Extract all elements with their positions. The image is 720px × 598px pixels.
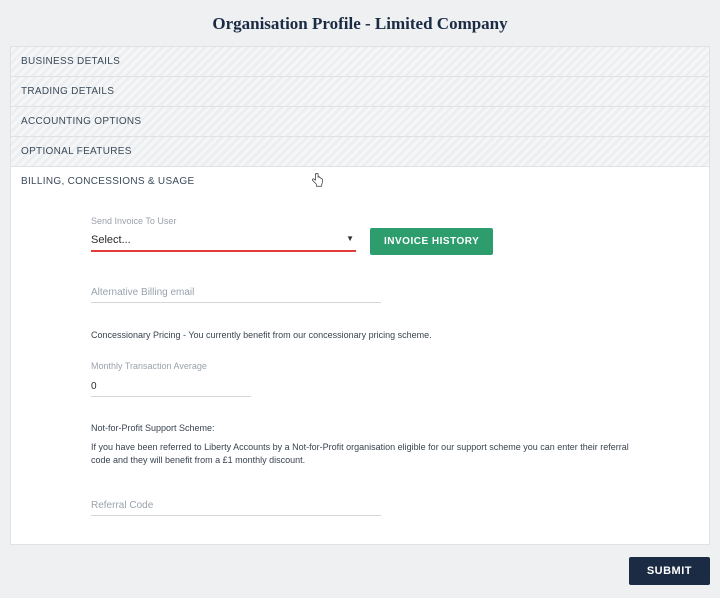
invoice-history-button[interactable]: INVOICE HISTORY: [370, 228, 493, 255]
accordion-item-trading-details: TRADING DETAILS: [11, 77, 709, 107]
accordion-item-business-details: BUSINESS DETAILS: [11, 47, 709, 77]
accordion-panel: BUSINESS DETAILS TRADING DETAILS ACCOUNT…: [10, 46, 710, 545]
page-title: Organisation Profile - Limited Company: [0, 0, 720, 46]
referral-code-input[interactable]: [91, 494, 381, 516]
accordion-header-billing[interactable]: BILLING, CONCESSIONS & USAGE: [11, 167, 709, 196]
alt-billing-email-input[interactable]: [91, 281, 381, 303]
accordion-item-optional-features: OPTIONAL FEATURES: [11, 137, 709, 167]
accordion-item-accounting-options: ACCOUNTING OPTIONS: [11, 107, 709, 137]
accordion-header-accounting-options[interactable]: ACCOUNTING OPTIONS: [11, 107, 709, 136]
accordion-item-billing: BILLING, CONCESSIONS & USAGE Send Invoic…: [11, 167, 709, 544]
accordion-header-trading-details[interactable]: TRADING DETAILS: [11, 77, 709, 106]
monthly-avg-input[interactable]: [91, 375, 251, 397]
submit-button[interactable]: SUBMIT: [629, 557, 710, 585]
send-invoice-label: Send Invoice To User: [91, 216, 629, 226]
monthly-avg-label: Monthly Transaction Average: [91, 361, 629, 371]
concessionary-note: Concessionary Pricing - You currently be…: [91, 329, 629, 343]
nfp-note: If you have been referred to Liberty Acc…: [91, 441, 629, 468]
nfp-heading: Not-for-Profit Support Scheme:: [91, 423, 629, 433]
accordion-header-business-details[interactable]: BUSINESS DETAILS: [11, 47, 709, 76]
accordion-header-optional-features[interactable]: OPTIONAL FEATURES: [11, 137, 709, 166]
billing-body: Send Invoice To User Select... ▼ INVOICE…: [11, 196, 709, 544]
send-invoice-select[interactable]: Select...: [91, 230, 356, 252]
